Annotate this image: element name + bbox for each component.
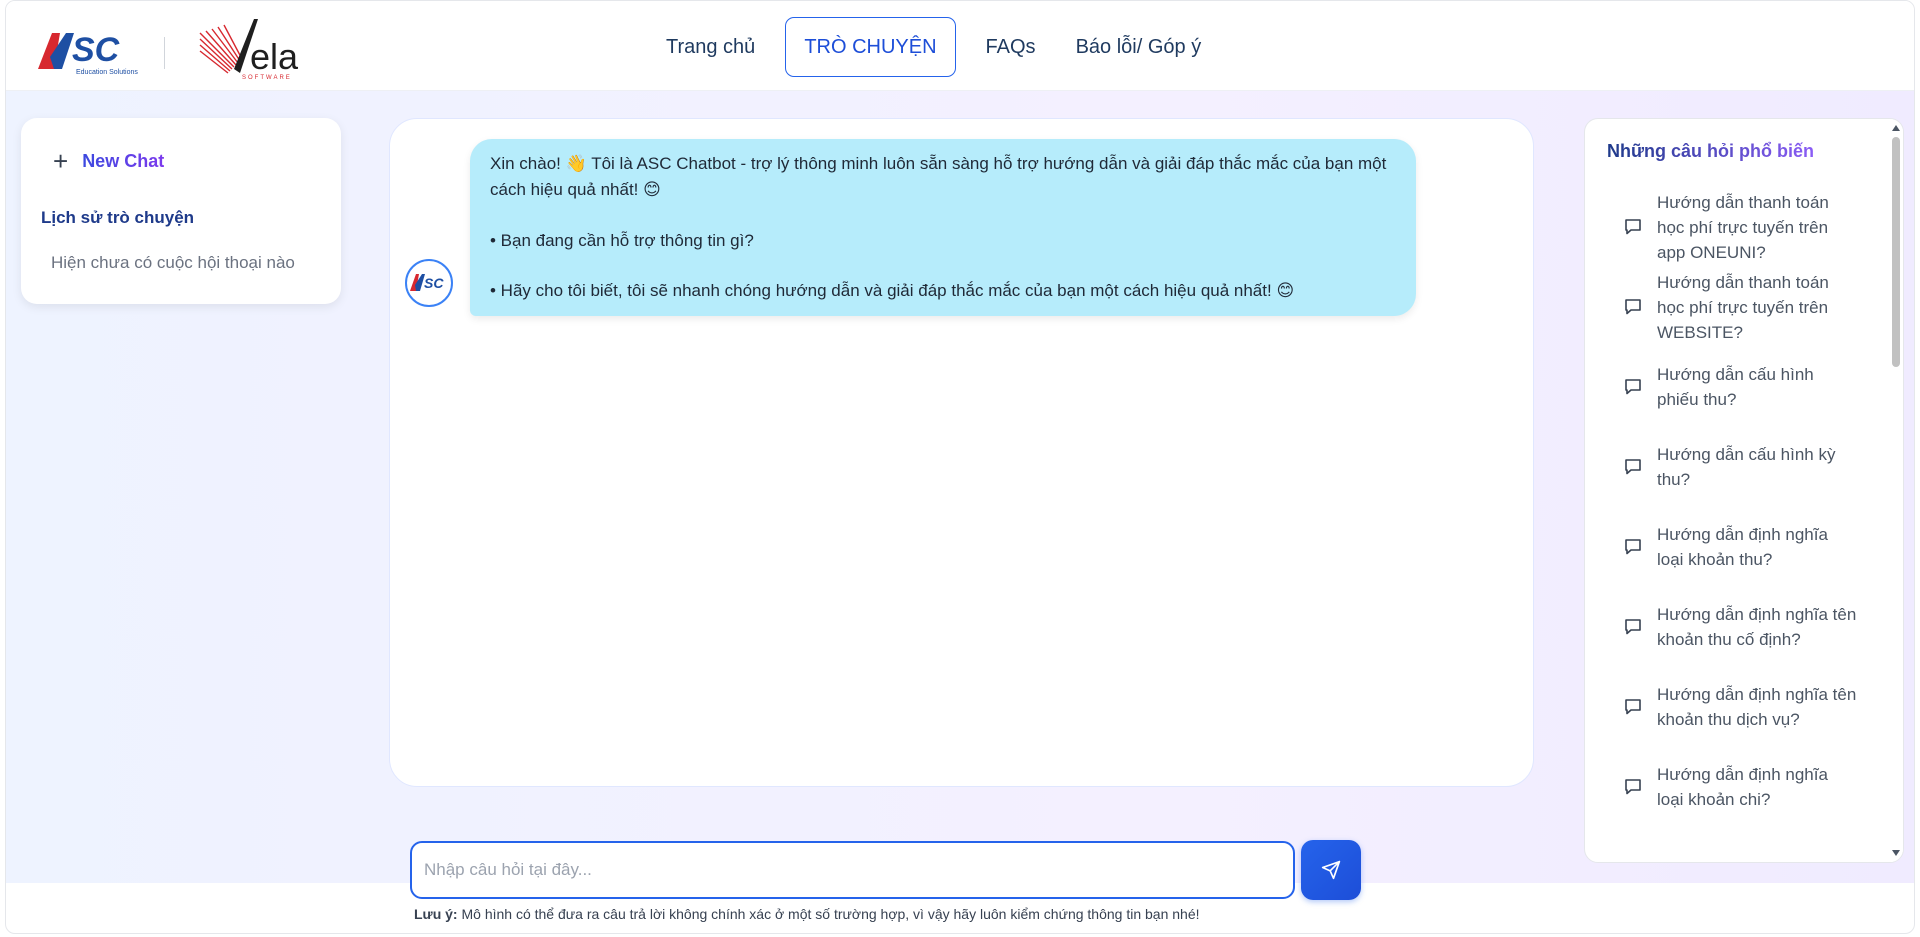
nav-feedback[interactable]: Báo lỗi/ Góp ý <box>1056 17 1222 77</box>
faq-list: Hướng dẫn thanh toán học phí trực tuyến … <box>1585 187 1885 827</box>
faq-title: Những câu hỏi phổ biến <box>1607 141 1815 161</box>
faq-item[interactable]: Hướng dẫn cấu hình kỳ thu? <box>1585 427 1885 507</box>
faq-panel: Những câu hỏi phổ biến Hướng dẫn thanh t… <box>1584 118 1904 863</box>
nav-home[interactable]: Trang chủ <box>646 17 775 77</box>
faq-item[interactable]: Hướng dẫn định nghĩa tên khoản thu dịch … <box>1585 667 1885 747</box>
faq-item[interactable]: Hướng dẫn thanh toán học phí trực tuyến … <box>1585 267 1885 347</box>
faq-item[interactable]: Hướng dẫn cấu hình phiếu thu? <box>1585 347 1885 427</box>
nav-chat[interactable]: TRÒ CHUYỆN <box>785 17 956 77</box>
chat-history-sidebar: + New Chat Lịch sử trò chuyện Hiện chưa … <box>21 118 341 304</box>
history-empty-text: Hiện chưa có cuộc hội thoại nào <box>51 253 295 272</box>
chat-bubble-icon <box>1625 459 1641 475</box>
svg-text:ela: ela <box>250 36 299 77</box>
send-button[interactable] <box>1301 840 1361 900</box>
faq-item-text: Hướng dẫn định nghĩa loại khoản chi? <box>1657 765 1828 809</box>
chat-bubble-icon <box>1625 219 1641 235</box>
send-icon <box>1321 860 1341 880</box>
note-text: Mô hình có thể đưa ra câu trả lời không … <box>457 906 1200 922</box>
faq-scrollbar[interactable] <box>1889 119 1903 862</box>
chat-bubble-icon <box>1625 299 1641 315</box>
note-label: Lưu ý: <box>414 906 458 922</box>
faq-item[interactable]: Hướng dẫn định nghĩa loại khoản chi? <box>1585 747 1885 827</box>
logo-divider <box>164 37 165 69</box>
message-closing: • Hãy cho tôi biết, tôi sẽ nhanh chóng h… <box>490 278 1396 304</box>
question-input-wrapper <box>410 841 1295 899</box>
faq-item[interactable]: Hướng dẫn thanh toán học phí trực tuyến … <box>1585 187 1885 267</box>
wave-emoji: 👋 <box>565 154 587 174</box>
chat-bubble-icon <box>1625 379 1641 395</box>
vela-logo[interactable]: ela SOFTWARE <box>196 17 306 83</box>
svg-text:SC: SC <box>72 31 120 69</box>
main-area: + New Chat Lịch sử trò chuyện Hiện chưa … <box>6 91 1914 883</box>
message-text: Tôi là ASC Chatbot - trợ lý thông minh l… <box>490 154 1392 199</box>
smile-emoji: 😊 <box>643 180 661 200</box>
faq-item-text: Hướng dẫn định nghĩa tên khoản thu dịch … <box>1657 685 1857 729</box>
faq-item[interactable]: Hướng dẫn định nghĩa tên khoản thu cố đị… <box>1585 587 1885 667</box>
svg-text:SC: SC <box>424 275 444 291</box>
message-intro: Xin chào! 👋 Tôi là ASC Chatbot - trợ lý … <box>490 151 1396 203</box>
faq-item-text: Hướng dẫn định nghĩa loại khoản thu? <box>1657 525 1828 569</box>
faq-item-text: Hướng dẫn cấu hình phiếu thu? <box>1657 365 1814 409</box>
message-question: • Bạn đang cần hỗ trợ thông tin gì? <box>490 231 754 250</box>
faq-item-text: Hướng dẫn thanh toán học phí trực tuyến … <box>1657 272 1829 342</box>
disclaimer-note: Lưu ý: Mô hình có thể đưa ra câu trả lời… <box>414 906 1200 922</box>
chat-bubble-icon <box>1625 619 1641 635</box>
chat-bubble-icon <box>1625 699 1641 715</box>
faq-item-text: Hướng dẫn thanh toán học phí trực tuyến … <box>1657 192 1829 262</box>
message-text: • Hãy cho tôi biết, tôi sẽ nhanh chóng h… <box>490 281 1277 300</box>
scroll-down-arrow-icon[interactable] <box>1892 850 1900 856</box>
scroll-thumb[interactable] <box>1892 137 1900 367</box>
faq-item-text: Hướng dẫn định nghĩa tên khoản thu cố đị… <box>1657 605 1857 649</box>
bot-avatar: SC <box>405 259 453 307</box>
question-input[interactable] <box>412 843 1293 897</box>
top-header: SC Education Solutions ela SOFTWARE Tran… <box>6 1 1914 91</box>
bot-message-bubble: Xin chào! 👋 Tôi là ASC Chatbot - trợ lý … <box>470 139 1416 316</box>
chat-bubble-icon <box>1625 539 1641 555</box>
asc-logo[interactable]: SC Education Solutions <box>36 25 142 81</box>
main-nav: Trang chủ TRÒ CHUYỆN FAQs Báo lỗi/ Góp ý <box>646 17 1221 77</box>
chat-panel: SC Xin chào! 👋 Tôi là ASC Chatbot - trợ … <box>389 118 1534 787</box>
svg-text:SOFTWARE: SOFTWARE <box>242 75 292 81</box>
message-text: Xin chào! <box>490 154 566 173</box>
new-chat-label: New Chat <box>82 150 165 171</box>
faq-item-text: Hướng dẫn cấu hình kỳ thu? <box>1657 445 1836 489</box>
history-title: Lịch sử trò chuyện <box>41 208 195 227</box>
nav-faqs[interactable]: FAQs <box>966 17 1056 77</box>
svg-text:Education Solutions: Education Solutions <box>76 69 138 76</box>
smile-emoji: 😊 <box>1276 281 1295 301</box>
scroll-up-arrow-icon[interactable] <box>1892 125 1900 131</box>
app-window: SC Education Solutions ela SOFTWARE Tran… <box>5 0 1915 934</box>
chat-bubble-icon <box>1625 779 1641 795</box>
faq-item[interactable]: Hướng dẫn định nghĩa loại khoản thu? <box>1585 507 1885 587</box>
plus-icon: + <box>53 146 69 176</box>
new-chat-button[interactable]: + New Chat <box>53 148 164 174</box>
asc-avatar-icon: SC <box>410 274 444 291</box>
